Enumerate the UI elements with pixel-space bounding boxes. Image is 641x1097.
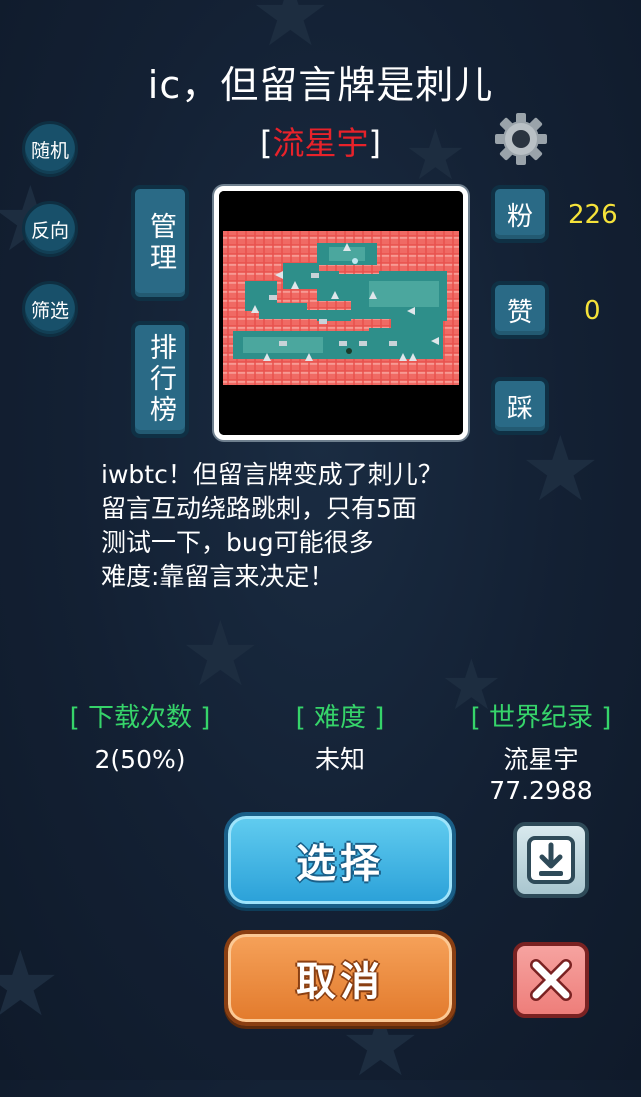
description-line: 留言互动绕路跳刺，只有5面 (101, 494, 417, 523)
close-icon (530, 959, 572, 1001)
ranking-button-label: 排行榜 (145, 333, 176, 426)
reverse-button[interactable]: 反向 (22, 201, 78, 257)
downloads-header: [ 下载次数 ] (69, 703, 211, 733)
gear-icon[interactable] (494, 112, 548, 166)
level-map-thumbnail (219, 191, 463, 435)
description-line: 难度:靠留言来决定！ (101, 562, 335, 591)
like-button[interactable]: 赞 (491, 281, 549, 339)
difficulty-header: [ 难度 ] (295, 703, 385, 733)
fans-count: 226 (568, 200, 618, 230)
description-line: iwbtc！但留言牌变成了刺儿？ (101, 460, 443, 489)
background-star: ★ (180, 602, 261, 707)
manage-button[interactable]: 管理 (131, 185, 189, 301)
description-line: 测试一下，bug可能很多 (101, 528, 374, 557)
download-button[interactable] (513, 822, 589, 898)
level-preview (214, 186, 468, 440)
difficulty-value: 未知 (314, 745, 365, 774)
download-icon (527, 836, 575, 884)
cancel-button[interactable]: 取消 (224, 930, 456, 1026)
background-star: ★ (250, 0, 331, 67)
level-title: ic，但留言牌是刺儿 (147, 63, 494, 107)
world-record-holder: 流星宇 (503, 745, 579, 774)
manage-button-label: 管理 (145, 212, 176, 274)
background-star: ★ (0, 932, 61, 1037)
author-name[interactable]: 流星宇 (272, 124, 368, 162)
background-star: ★ (520, 417, 601, 522)
dislike-button[interactable]: 踩 (491, 377, 549, 435)
world-record-value: 流星宇 77.2988 (441, 744, 641, 806)
ranking-button[interactable]: 排行榜 (131, 321, 189, 438)
select-button[interactable]: 选择 (224, 812, 456, 908)
like-count: 0 (584, 296, 601, 326)
random-button[interactable]: 随机 (22, 121, 78, 177)
author-bracket-open: [ (260, 124, 273, 162)
world-record-header: [ 世界纪录 ] (470, 703, 612, 733)
close-button[interactable] (513, 942, 589, 1018)
fans-button[interactable]: 粉 (491, 185, 549, 243)
filter-button[interactable]: 筛选 (22, 281, 78, 337)
downloads-value: 2(50%) (94, 745, 186, 774)
author-bracket-close: ] (368, 124, 381, 162)
world-record-time: 77.2988 (489, 776, 593, 805)
level-description: iwbtc！但留言牌变成了刺儿？ 留言互动绕路跳刺，只有5面 测试一下，bug可… (101, 458, 443, 594)
